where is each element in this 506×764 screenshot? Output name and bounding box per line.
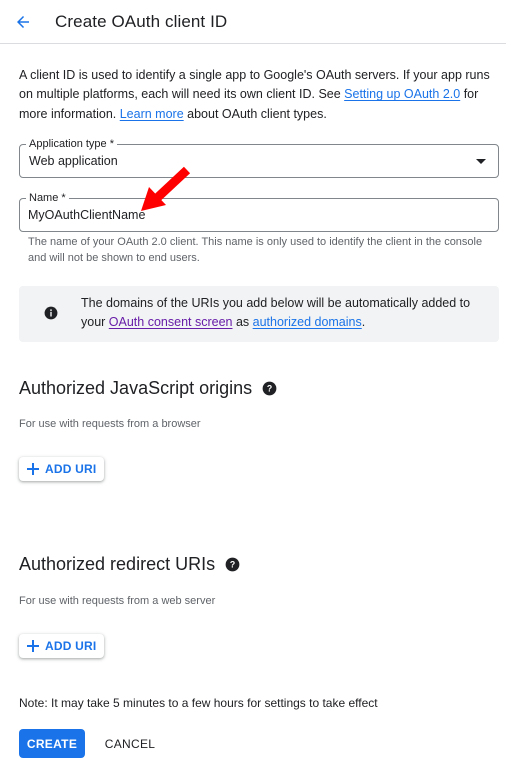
arrow-back-icon [17, 15, 29, 28]
intro-text: A client ID is used to identify a single… [19, 66, 497, 124]
name-helper-text: The name of your OAuth 2.0 client. This … [28, 236, 483, 264]
name-label: Name * [26, 191, 69, 205]
consent-screen-link[interactable]: OAuth consent screen [109, 315, 233, 329]
info-banner: The domains of the URIs you add below wi… [19, 286, 499, 342]
page-title: Create OAuth client ID [55, 11, 228, 31]
add-uri-label: ADD URI [45, 639, 97, 653]
cancel-button[interactable]: CANCEL [97, 729, 163, 758]
application-type-select[interactable]: Application type * Web application [19, 137, 499, 178]
page-header: Create OAuth client ID [0, 0, 506, 44]
setup-oauth-link[interactable]: Setting up OAuth 2.0 [344, 87, 460, 101]
info-text-part: as [232, 315, 253, 329]
svg-text:?: ? [267, 384, 272, 394]
js-origins-title-text: Authorized JavaScript origins [19, 378, 253, 398]
name-field[interactable]: Name * [19, 191, 499, 232]
help-icon[interactable]: ? [262, 381, 277, 396]
redirect-uris-title: Authorized redirect URIs ? [19, 554, 240, 575]
application-type-value: Web application [29, 154, 118, 168]
intro-text-part: about OAuth client types. [183, 106, 327, 121]
js-origins-subtitle: For use with requests from a browser [19, 418, 201, 430]
add-uri-label: ADD URI [45, 462, 97, 476]
application-type-label: Application type * [26, 137, 117, 151]
svg-text:?: ? [230, 560, 235, 570]
help-icon[interactable]: ? [225, 557, 240, 572]
plus-icon [27, 640, 39, 652]
authorized-domains-link[interactable]: authorized domains [253, 315, 362, 329]
plus-icon [27, 463, 39, 475]
settings-note: Note: It may take 5 minutes to a few hou… [19, 696, 378, 710]
create-button[interactable]: CREATE [19, 729, 85, 758]
add-js-origin-uri-button[interactable]: ADD URI [19, 457, 105, 481]
js-origins-title: Authorized JavaScript origins ? [19, 378, 277, 399]
name-input[interactable] [28, 205, 488, 225]
learn-more-link[interactable]: Learn more [120, 107, 184, 121]
info-icon [44, 306, 58, 320]
add-redirect-uri-button[interactable]: ADD URI [19, 634, 105, 658]
redirect-uris-title-text: Authorized redirect URIs [19, 554, 216, 574]
dropdown-caret-icon [476, 159, 486, 164]
annotation-arrow-icon [141, 166, 191, 211]
redirect-uris-subtitle: For use with requests from a web server [19, 595, 216, 607]
info-banner-text: The domains of the URIs you add below wi… [81, 294, 481, 332]
info-text-part: . [361, 315, 366, 329]
back-button[interactable] [11, 10, 35, 34]
